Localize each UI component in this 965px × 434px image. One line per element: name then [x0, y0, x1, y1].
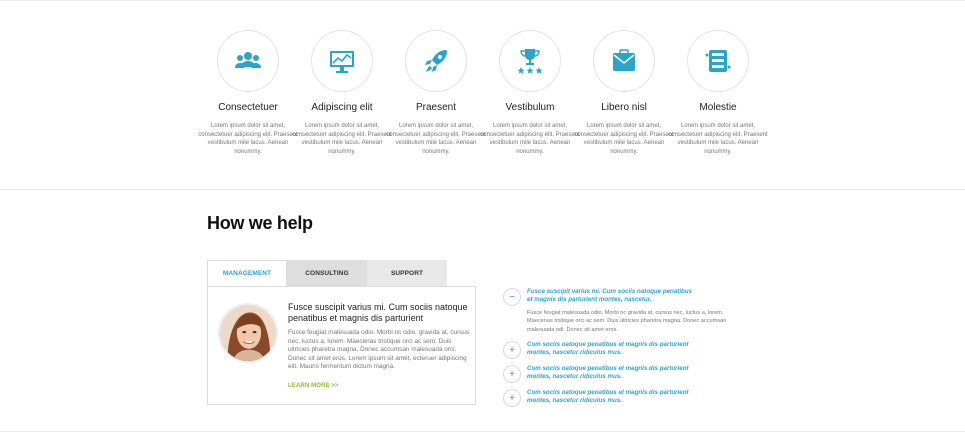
plus-icon: +: [509, 368, 515, 380]
accordion-title[interactable]: Fusce suscipit varius mi. Cum sociis nat…: [527, 288, 697, 303]
minus-icon: −: [509, 291, 515, 303]
section-divider: [0, 189, 965, 190]
feature-libero-nisl: Libero nisl Lorem ipsum dolor sit amet, …: [574, 30, 674, 156]
section-title: How we help: [207, 213, 313, 233]
features-row: Consectetuer Lorem ipsum dolor sit amet,…: [0, 30, 965, 170]
feature-text: Lorem ipsum dolor sit amet, consectetuer…: [668, 123, 768, 155]
users-group-icon: [235, 52, 261, 68]
expand-toggle-button[interactable]: +: [503, 389, 521, 407]
monitor-chart-icon: [330, 51, 354, 73]
panel-text: Fusce feugiat malesuada odio. Morbi nc o…: [288, 329, 470, 371]
feature-consectetuer: Consectetuer Lorem ipsum dolor sit amet,…: [198, 30, 298, 156]
feature-title: Consectetuer: [218, 102, 278, 113]
accordion-title[interactable]: Cum sociis natoque penatibus et magnis d…: [527, 341, 697, 356]
tab-management[interactable]: MANAGEMENT: [207, 260, 287, 286]
learn-more-link[interactable]: LEARN MORE >>: [288, 382, 339, 389]
top-divider: [0, 0, 965, 1]
rocket-icon: [425, 50, 447, 72]
feature-text: Lorem ipsum dolor sit amet, consectetuer…: [574, 123, 674, 155]
expand-toggle-button[interactable]: +: [503, 365, 521, 383]
feature-text: Lorem ipsum dolor sit amet, consectetuer…: [480, 123, 580, 155]
feature-text: Lorem ipsum dolor sit amet, consectetuer…: [386, 123, 486, 155]
portrait-image: [220, 305, 276, 361]
feature-text: Lorem ipsum dolor sit amet, consectetuer…: [198, 123, 298, 155]
feature-icon-circle: [217, 30, 279, 92]
accordion-body: Fusce feugiat malesuada odio. Morbi nc g…: [527, 310, 727, 333]
feature-icon-circle: [687, 30, 749, 92]
feature-vestibulum: Vestibulum Lorem ipsum dolor sit amet, c…: [480, 30, 580, 156]
envelope-icon: [613, 49, 635, 71]
tab-support[interactable]: SUPPORT: [367, 260, 447, 286]
feature-icon-circle: [311, 30, 373, 92]
feature-title: Libero nisl: [601, 102, 647, 113]
feature-title: Praesent: [415, 102, 457, 113]
panel-heading: Fusce suscipit varius mi. Cum sociis nat…: [288, 302, 468, 323]
feature-praesent: Praesent Lorem ipsum dolor sit amet, con…: [386, 30, 486, 156]
collapse-toggle-button[interactable]: −: [503, 288, 521, 306]
expand-toggle-button[interactable]: +: [503, 341, 521, 359]
bottom-divider: [0, 431, 965, 432]
plus-icon: +: [509, 392, 515, 404]
plus-icon: +: [509, 344, 515, 356]
tab-panel-management: Fusce suscipit varius mi. Cum sociis nat…: [207, 286, 476, 405]
trophy-stars-icon: [517, 49, 543, 74]
feature-adipiscing-elit: Adipiscing elit Lorem ipsum dolor sit am…: [292, 30, 392, 156]
feature-title: Molestie: [699, 102, 737, 113]
server-icon: [705, 50, 731, 72]
tab-consulting[interactable]: CONSULTING: [287, 260, 367, 286]
feature-icon-circle: [593, 30, 655, 92]
feature-title: Vestibulum: [505, 102, 555, 113]
tab-bar: MANAGEMENT CONSULTING SUPPORT: [207, 260, 447, 286]
feature-molestie: Molestie Lorem ipsum dolor sit amet, con…: [668, 30, 768, 156]
feature-title: Adipiscing elit: [311, 102, 373, 113]
feature-icon-circle: [405, 30, 467, 92]
avatar: [218, 303, 278, 363]
feature-icon-circle: [499, 30, 561, 92]
feature-text: Lorem ipsum dolor sit amet, consectetuer…: [292, 123, 392, 155]
accordion-title[interactable]: Cum sociis natoque penatibus et magnis d…: [527, 365, 697, 380]
accordion-title[interactable]: Cum sociis natoque penatibus et magnis d…: [527, 389, 697, 404]
